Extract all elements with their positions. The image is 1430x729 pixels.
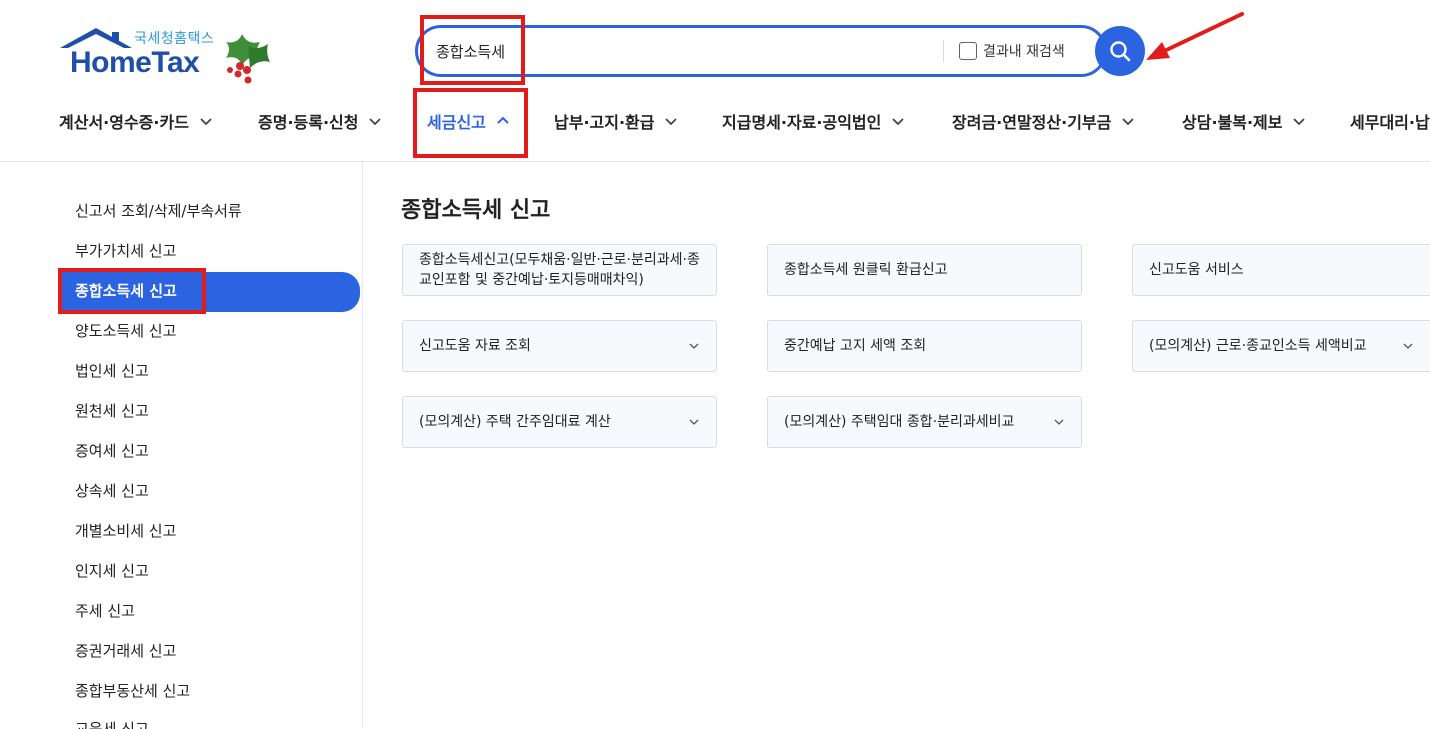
- card-label: (모의계산) 주택 간주임대료 계산: [419, 414, 611, 430]
- nav-item-tax-filing[interactable]: 세금신고: [427, 104, 510, 138]
- search-input[interactable]: [436, 38, 936, 64]
- nav-label: 납부·고지·환급: [554, 113, 655, 132]
- card-one-click-refund[interactable]: 종합소득세 원클릭 환급신고: [767, 244, 1082, 296]
- sidebar-item-education-tax[interactable]: 교육세 신고: [75, 717, 149, 729]
- research-checkbox[interactable]: [959, 42, 977, 60]
- sidebar-item-property-tax[interactable]: 종합부동산세 신고: [75, 679, 190, 703]
- sidebar-item-vat[interactable]: 부가가치세 신고: [75, 239, 176, 263]
- nav-item-statement[interactable]: 지급명세·자료·공익법인: [722, 104, 905, 138]
- chevron-down-icon: [665, 118, 678, 126]
- nav-label: 지급명세·자료·공익법인: [722, 113, 882, 132]
- nav-item-payment[interactable]: 납부·고지·환급: [554, 104, 678, 138]
- search-icon: [1110, 41, 1131, 62]
- chevron-down-icon: [1054, 419, 1064, 425]
- card-help-data-inquiry[interactable]: 신고도움 자료 조회: [402, 320, 717, 372]
- card-simulate-deemed-rent[interactable]: (모의계산) 주택 간주임대료 계산: [402, 396, 717, 448]
- sidebar-item-gift-tax[interactable]: 증여세 신고: [75, 439, 149, 463]
- nav-label: 계산서·영수증·카드: [59, 113, 189, 132]
- nav-item-tax-agent[interactable]: 세무대리·납: [1350, 104, 1430, 138]
- nav-item-invoice[interactable]: 계산서·영수증·카드: [59, 104, 213, 138]
- nav-label: 증명·등록·신청: [258, 113, 359, 132]
- sidebar-item-inheritance[interactable]: 상속세 신고: [75, 479, 149, 503]
- chevron-up-icon: [497, 116, 509, 124]
- chevron-down-icon: [369, 118, 382, 126]
- research-label: 결과내 재검색: [983, 44, 1065, 60]
- nav-label: 세무대리·납: [1350, 113, 1430, 132]
- logo-title: HomeTax: [70, 46, 200, 79]
- card-label: (모의계산) 주택임대 종합·분리과세비교: [784, 414, 1015, 430]
- hometax-logo[interactable]: 국세청홈택스 HomeTax: [58, 24, 273, 88]
- main-nav: 계산서·영수증·카드 증명·등록·신청 세금신고 납부·고지·환급 지급명세·자…: [0, 104, 1430, 138]
- nav-item-incentive[interactable]: 장려금·연말정산·기부금: [952, 104, 1135, 138]
- nav-label: 세금신고: [427, 113, 486, 132]
- sidebar-item-income-tax[interactable]: 종합소득세 신고: [60, 272, 360, 312]
- search-bar: 결과내 재검색: [415, 25, 1107, 77]
- nav-item-certificate[interactable]: 증명·등록·신청: [258, 104, 382, 138]
- sidebar-item-securities-tax[interactable]: 증권거래세 신고: [75, 639, 176, 663]
- chevron-down-icon: [689, 343, 699, 349]
- sidebar-item-excise[interactable]: 개별소비세 신고: [75, 519, 176, 543]
- card-label: 중간예납 고지 세액 조회: [784, 338, 927, 354]
- sidebar-item-capital-gains[interactable]: 양도소득세 신고: [75, 319, 176, 343]
- search-divider: [943, 40, 944, 62]
- chevron-down-icon: [1122, 118, 1134, 126]
- sidebar: 신고서 조회/삭제/부속서류 부가가치세 신고 종합소득세 신고 양도소득세 신…: [0, 162, 363, 729]
- chevron-down-icon: [1293, 118, 1306, 126]
- chevron-down-icon: [892, 118, 904, 126]
- sidebar-item-liquor-tax[interactable]: 주세 신고: [75, 599, 135, 623]
- card-income-tax-filing[interactable]: 종합소득세신고(모두채움·일반·근로·분리과세·종교인포함 및 중간예납·토지등…: [402, 244, 717, 296]
- sidebar-item-return-inquiry[interactable]: 신고서 조회/삭제/부속서류: [75, 199, 242, 223]
- nav-item-consult[interactable]: 상담·불복·제보: [1182, 104, 1306, 138]
- nav-label: 상담·불복·제보: [1182, 113, 1283, 132]
- sidebar-item-corporate-tax[interactable]: 법인세 신고: [75, 359, 149, 383]
- card-simulate-rental-compare[interactable]: (모의계산) 주택임대 종합·분리과세비교: [767, 396, 1082, 448]
- research-in-results[interactable]: 결과내 재검색: [959, 41, 1065, 61]
- chevron-down-icon: [689, 419, 699, 425]
- card-interim-tax-inquiry[interactable]: 중간예납 고지 세액 조회: [767, 320, 1082, 372]
- sidebar-item-label: 종합소득세 신고: [75, 282, 177, 300]
- card-simulate-earned-income[interactable]: (모의계산) 근로·종교인소득 세액비교: [1132, 320, 1430, 372]
- card-label: (모의계산) 근로·종교인소득 세액비교: [1149, 338, 1367, 354]
- card-label: 신고도움 자료 조회: [419, 338, 531, 354]
- sidebar-item-stamp-tax[interactable]: 인지세 신고: [75, 559, 149, 583]
- nav-label: 장려금·연말정산·기부금: [952, 113, 1112, 132]
- header: 국세청홈택스 HomeTax 결과내 재검색 계산서: [0, 0, 1430, 162]
- logo-subtitle: 국세청홈택스: [134, 31, 215, 47]
- chevron-down-icon: [1403, 343, 1413, 349]
- holly-icon: [226, 34, 270, 84]
- card-label: 신고도움 서비스: [1149, 262, 1244, 278]
- chevron-down-icon: [200, 118, 212, 126]
- page-title: 종합소득세 신고: [401, 198, 551, 223]
- card-filing-help[interactable]: 신고도움 서비스: [1132, 244, 1430, 296]
- card-label: 종합소득세신고(모두채움·일반·근로·분리과세·종교인포함 및 중간예납·토지등…: [419, 252, 700, 288]
- annotation-arrow-icon: [1146, 12, 1244, 60]
- sidebar-item-withholding[interactable]: 원천세 신고: [75, 399, 149, 423]
- card-label: 종합소득세 원클릭 환급신고: [784, 262, 948, 278]
